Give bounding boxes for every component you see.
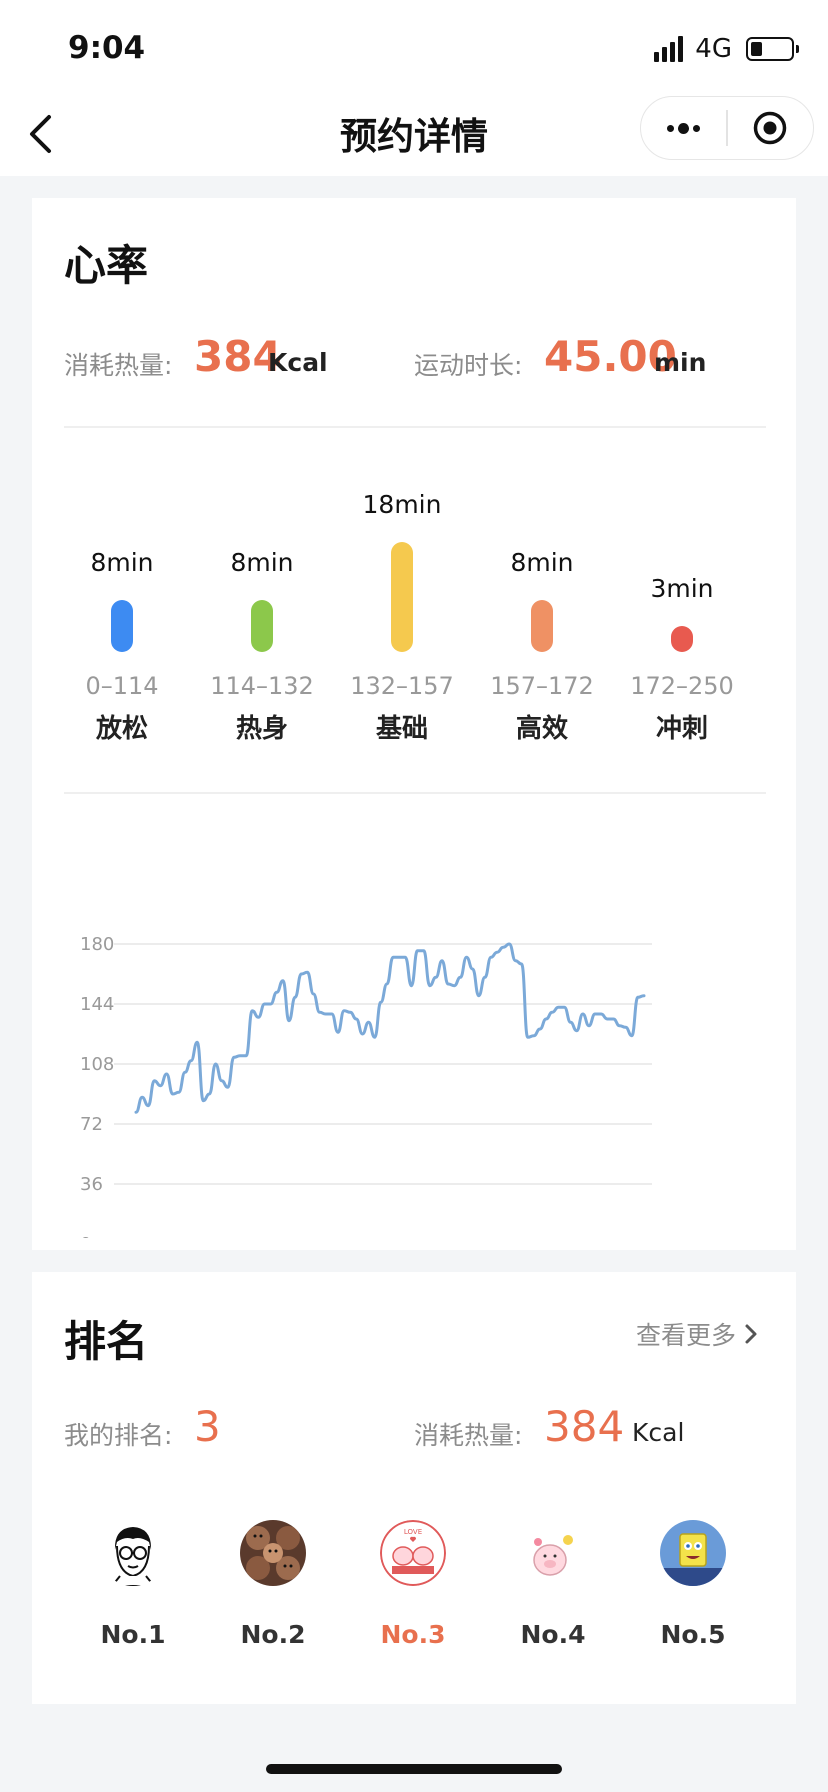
avatar [100,1520,166,1586]
zone-bar [111,600,133,652]
y-tick-label: 108 [80,1054,114,1075]
close-miniprogram-button[interactable] [728,97,813,159]
target-icon [754,111,787,145]
zone-bar [671,626,693,652]
rank-user-3[interactable]: LOVE No.3 [343,1520,483,1649]
home-indicator [266,1764,562,1774]
ranking-calories-value: 384 [544,1402,625,1451]
ranking-calories-unit: Kcal [632,1418,685,1447]
status-icons: 4G [654,34,799,64]
ranking-card: 排名 查看更多 我的排名: 3 消耗热量: 384 Kcal No.1 No.2… [32,1272,796,1704]
rank-label-me: No.3 [380,1620,446,1649]
view-more-label: 查看更多 [635,1321,736,1350]
zone-range: 172–250 [630,672,734,700]
duration-unit: min [654,348,707,377]
divider [64,426,766,428]
more-dots-icon [667,122,701,134]
battery-icon [746,37,799,61]
calories-label: 消耗热量: [64,351,173,380]
avatar-text: LOVE [404,1528,422,1536]
rank-user-5[interactable]: No.5 [623,1520,763,1649]
ranking-title: 排名 [64,1317,149,1366]
more-button[interactable] [641,97,726,159]
zone-bar [391,542,413,652]
view-more-link[interactable]: 查看更多 [636,1316,758,1352]
zone-name: 热身 [235,714,288,744]
heart-rate-series-line [134,942,646,1114]
heart-rate-card: 心率 消耗热量: 384 Kcal 运动时长: 45.00 min 8min 0… [32,198,796,1250]
zone-name: 基础 [375,714,428,744]
y-tick-label: 0 [80,1234,91,1238]
pig-avatar-icon [520,1520,586,1586]
battery-level [751,42,762,56]
zone-range: 114–132 [210,672,314,700]
avatar [520,1520,586,1586]
divider [64,792,766,794]
heart-rate-chart: 0 36 72 108 144 180 [80,934,652,1238]
y-tick-label: 72 [80,1114,103,1135]
bears-avatar-icon [240,1520,306,1586]
y-tick-label: 180 [80,934,114,955]
miniprogram-capsule [640,96,814,160]
zone-name: 高效 [515,714,568,744]
zone-duration: 8min [90,548,154,577]
rank-label: No.1 [100,1620,166,1649]
pigs-love-avatar-icon: LOVE [380,1520,446,1586]
my-rank-label: 我的排名: [64,1421,173,1450]
status-bar: 9:04 4G [0,0,828,96]
avatar: LOVE [380,1520,446,1586]
zone-bar [531,600,553,652]
y-tick-label: 36 [80,1174,103,1195]
heart-rate-title: 心率 [64,241,149,290]
zone-range: 157–172 [490,672,594,700]
rank-label: No.4 [520,1620,586,1649]
glasses-man-avatar-icon [100,1520,166,1586]
zone-duration: 18min [362,490,442,519]
zone-name: 放松 [95,714,148,744]
rank-user-1[interactable]: No.1 [63,1520,203,1649]
signal-icon [654,36,684,62]
zone-duration: 8min [510,548,574,577]
y-tick-label: 144 [80,994,114,1015]
zone-name: 冲刺 [655,714,708,744]
network-type: 4G [695,34,732,64]
rank-user-4[interactable]: No.4 [483,1520,623,1649]
calories-unit: Kcal [268,348,328,377]
rank-label: No.5 [660,1620,726,1649]
avatar [240,1520,306,1586]
zone-duration: 3min [650,574,714,603]
duration-label: 运动时长: [414,351,523,380]
zone-bar [251,600,273,652]
status-time: 9:04 [68,30,146,66]
rank-label: No.2 [240,1620,306,1649]
zone-range: 132–157 [350,672,454,700]
nav-bar: 预约详情 [0,96,828,176]
zone-duration: 8min [230,548,294,577]
rank-user-2[interactable]: No.2 [203,1520,343,1649]
zone-range: 0–114 [85,672,159,700]
my-rank-value: 3 [194,1402,221,1451]
chevron-right-icon [745,1324,757,1344]
sponge-avatar-icon [660,1520,726,1586]
ranking-calories-label: 消耗热量: [414,1421,523,1450]
avatar [660,1520,726,1586]
